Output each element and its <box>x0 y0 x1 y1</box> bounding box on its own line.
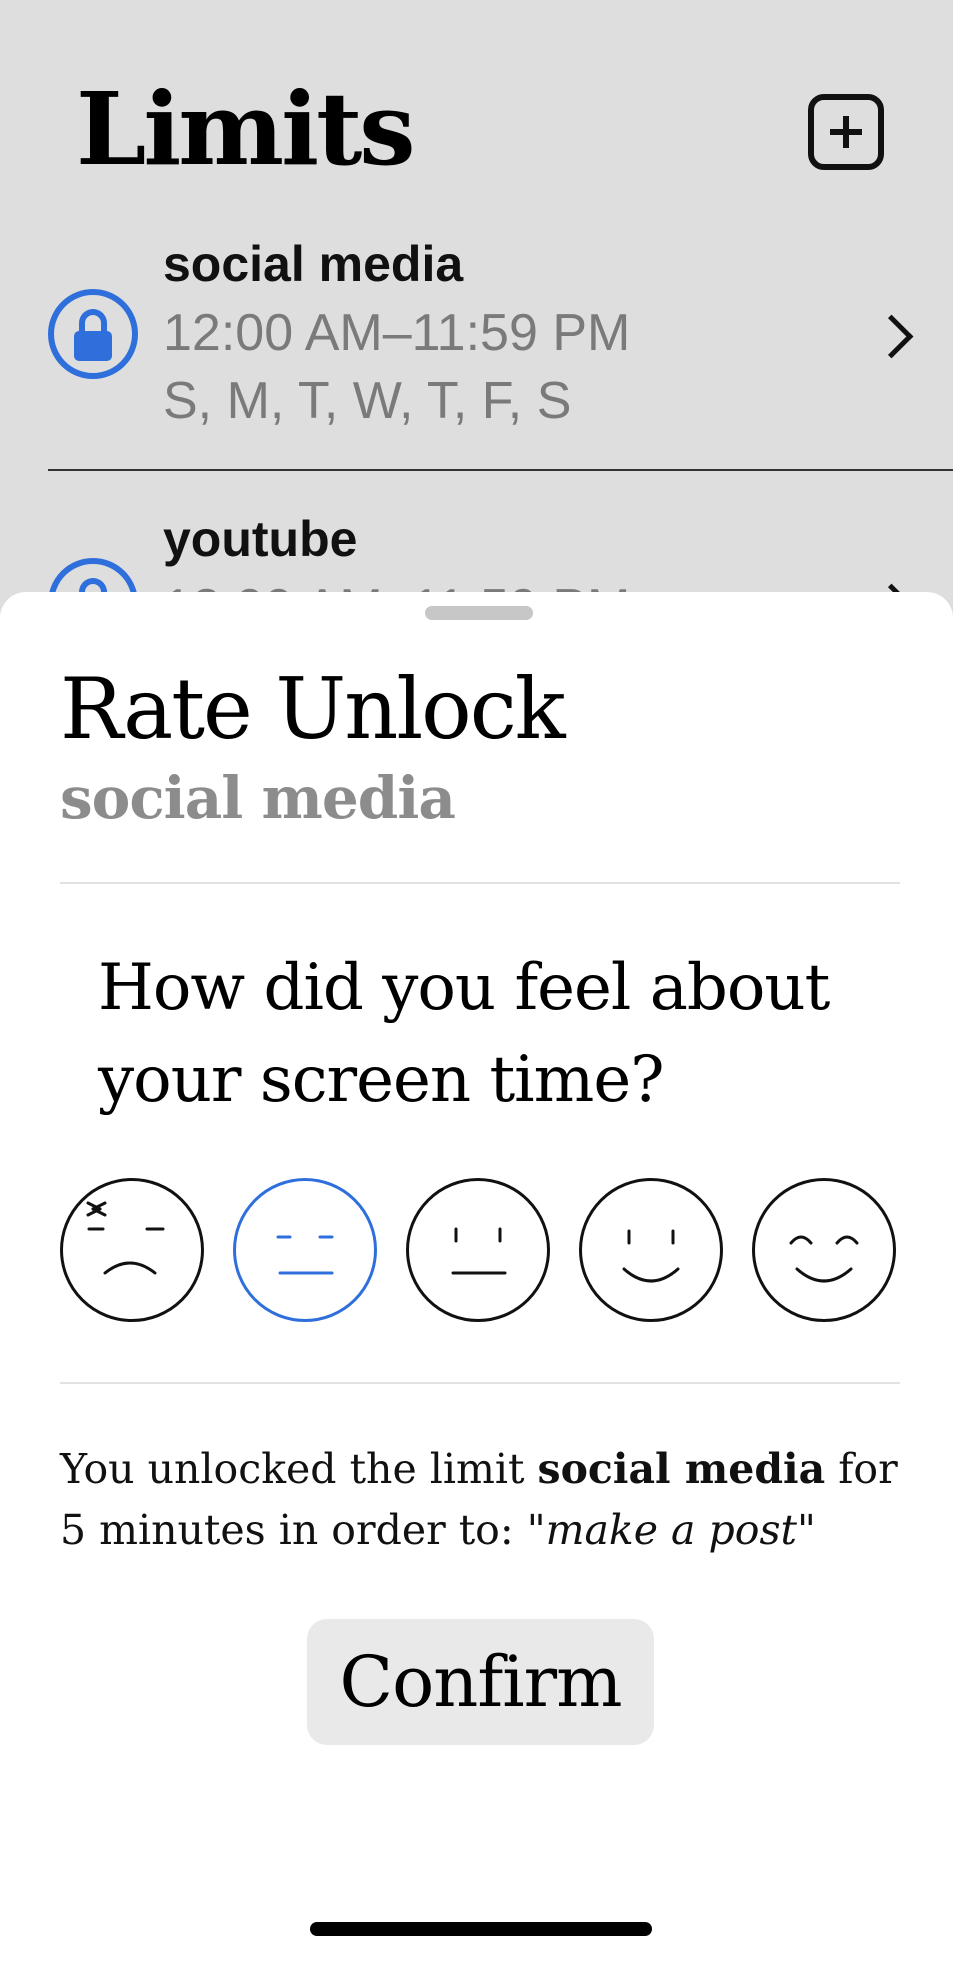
page-title: Limits <box>76 70 416 188</box>
limit-time: 12:00 AM–11:59 PM <box>163 304 631 362</box>
chevron-right-icon <box>869 314 914 359</box>
unlock-summary: You unlocked the limit social media for … <box>60 1439 910 1561</box>
rate-unlock-sheet: Rate Unlock social media How did you fee… <box>0 592 953 1970</box>
expressionless-face-icon[interactable] <box>233 1178 377 1322</box>
sheet-subtitle: social media <box>60 764 456 832</box>
confirm-button[interactable]: Confirm <box>307 1619 654 1745</box>
limit-days: S, M, T, W, T, F, S <box>163 372 572 430</box>
rating-question: How did you feel about your screen time? <box>98 951 830 1117</box>
sheet-grabber[interactable] <box>425 606 533 620</box>
limit-name: youtube <box>163 511 358 567</box>
home-indicator <box>310 1922 652 1936</box>
summary-reason: make a post <box>545 1506 797 1554</box>
divider <box>60 1382 900 1384</box>
list-divider <box>48 469 953 471</box>
sheet-title: Rate Unlock <box>60 660 566 758</box>
lock-icon <box>48 289 138 379</box>
summary-text: You unlocked the limit <box>60 1445 538 1493</box>
summary-limit-name: social media <box>537 1445 826 1493</box>
divider <box>60 882 900 884</box>
rating-faces <box>0 1178 953 1324</box>
angry-face-icon[interactable] <box>60 1178 204 1322</box>
neutral-face-icon[interactable] <box>406 1178 550 1322</box>
limit-name: social media <box>163 236 464 292</box>
slight-smile-face-icon[interactable] <box>579 1178 723 1322</box>
add-limit-button[interactable] <box>808 94 884 170</box>
limit-row-social-media[interactable]: social media 12:00 AM–11:59 PM S, M, T, … <box>0 225 953 470</box>
summary-text: " <box>796 1506 816 1554</box>
happy-face-icon[interactable] <box>752 1178 896 1322</box>
